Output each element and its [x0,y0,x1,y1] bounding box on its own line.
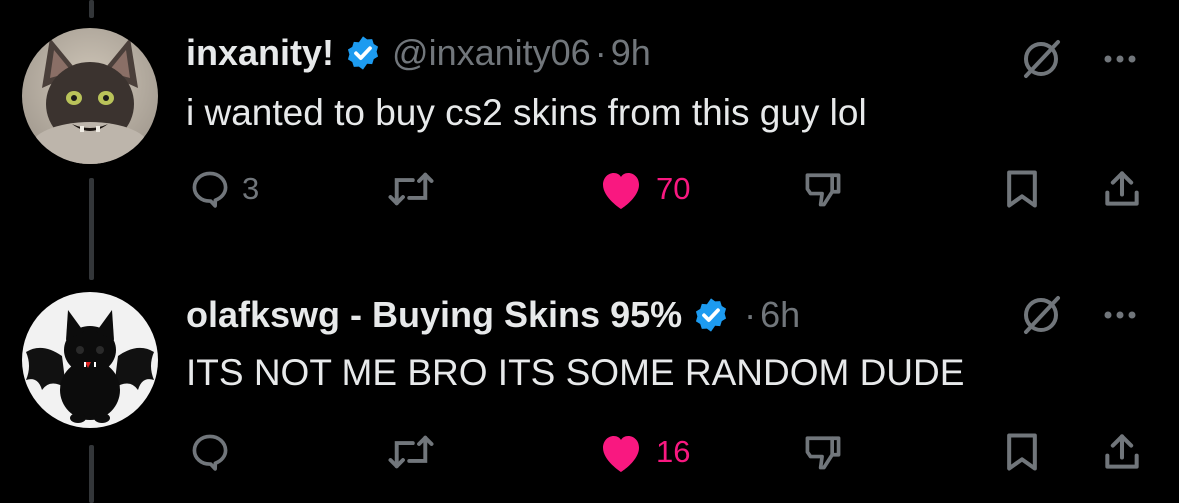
black-cat-bat-wings-avatar-icon [22,292,158,428]
like-button[interactable]: 16 [596,427,690,477]
retweet-button[interactable] [386,164,436,214]
separator-dot: · [594,32,607,73]
thread-line-top [89,0,94,18]
dislike-button[interactable] [800,164,846,214]
hairless-cat-avatar-icon [22,28,158,164]
like-count: 70 [656,171,691,206]
retweet-button[interactable] [386,427,436,477]
conversation-thread: inxanity! @inxanity06 · 9h i wanted to b… [0,0,1179,503]
bookmark-icon [1007,433,1037,471]
post-header: olafkswg - Buying Skins 95% · 6h [186,292,800,338]
user-handle[interactable]: @inxanity06 [392,30,591,76]
like-button[interactable]: 70 [596,164,690,214]
share-button[interactable] [1100,164,1144,214]
mute-slash-icon[interactable] [1018,292,1064,338]
share-icon [1105,434,1139,469]
bookmark-button[interactable] [1002,164,1042,214]
reply-button[interactable] [188,427,242,477]
post-time[interactable]: 6h [760,292,800,338]
display-name[interactable]: olafkswg - Buying Skins 95% [186,292,682,338]
separator-dot: · [744,294,757,335]
verified-badge-icon[interactable] [344,34,382,72]
heart-icon [603,436,639,472]
post-text: i wanted to buy cs2 skins from this guy … [186,92,867,133]
share-button[interactable] [1100,427,1144,477]
share-icon [1105,171,1139,206]
display-name[interactable]: inxanity! [186,30,334,76]
reply-icon [192,171,228,208]
dislike-icon [805,173,841,207]
more-icon[interactable] [1098,36,1144,82]
action-bar: 16 [0,427,1179,477]
avatar[interactable] [22,292,158,428]
verified-badge-icon[interactable] [692,296,730,334]
retweet-icon [388,172,434,206]
post-text: ITS NOT ME BRO ITS SOME RANDOM DUDE [186,352,965,393]
mute-slash-icon[interactable] [1018,36,1064,82]
post-time[interactable]: 9h [611,30,651,76]
retweet-icon [388,435,434,469]
more-icon[interactable] [1098,292,1144,338]
action-bar: 3 70 [0,164,1179,214]
avatar[interactable] [22,28,158,164]
reply-button[interactable]: 3 [188,164,259,214]
bookmark-button[interactable] [1002,427,1042,477]
reply-icon [192,434,228,471]
heart-icon [603,173,639,209]
dislike-icon [805,436,841,470]
like-count: 16 [656,434,691,469]
bookmark-icon [1007,170,1037,208]
reply-count: 3 [242,171,260,206]
dislike-button[interactable] [800,427,846,477]
post-header: inxanity! @inxanity06 · 9h [186,30,651,76]
